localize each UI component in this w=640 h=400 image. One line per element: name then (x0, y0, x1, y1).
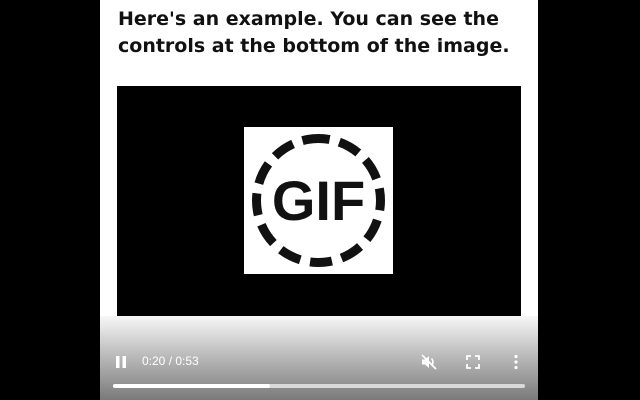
player-controls: 0:20 / 0:53 (100, 340, 538, 400)
time-display: 0:20 / 0:53 (142, 354, 199, 368)
gif-logo-text: GIF (272, 169, 365, 232)
mute-button[interactable] (417, 350, 441, 374)
gif-logo: GIF (244, 127, 393, 274)
caption-text: Here's an example. You can see the contr… (118, 8, 510, 57)
gif-logo-graphic: GIF (252, 134, 385, 267)
progress-bar[interactable] (113, 384, 525, 388)
video-frame[interactable]: GIF (117, 86, 521, 316)
fullscreen-button[interactable] (461, 350, 485, 374)
article-page: Here's an example. You can see the contr… (100, 0, 538, 400)
fullscreen-icon (466, 355, 480, 369)
pause-button[interactable] (109, 350, 133, 374)
volume-muted-icon (421, 354, 437, 370)
more-options-button[interactable] (504, 350, 528, 374)
pause-icon (116, 356, 126, 368)
progress-fill (113, 384, 270, 388)
more-vertical-icon (514, 354, 518, 370)
